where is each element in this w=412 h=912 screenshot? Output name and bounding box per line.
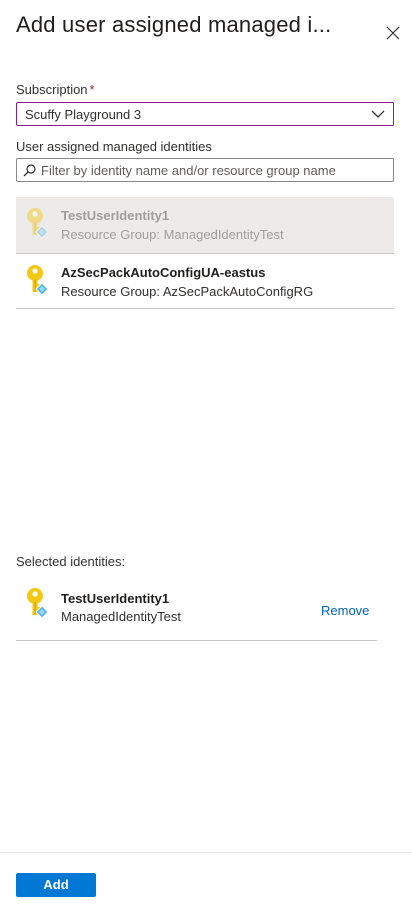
selected-identity-item: TestUserIdentity1 ManagedIdentityTest Re…	[16, 583, 377, 641]
close-icon[interactable]	[386, 26, 400, 40]
panel-title: Add user assigned managed i...	[16, 12, 332, 37]
identity-resource-group: Resource Group: AzSecPackAutoConfigRG	[61, 284, 314, 299]
identity-name: TestUserIdentity1	[61, 208, 170, 223]
required-mark: *	[89, 82, 95, 97]
add-button[interactable]: Add	[16, 873, 96, 897]
subscription-dropdown[interactable]: Scuffy Playground 3	[16, 102, 394, 126]
selected-identities-label: Selected identities:	[16, 554, 126, 569]
footer-divider	[0, 852, 412, 853]
identities-label: User assigned managed identities	[16, 139, 212, 154]
search-icon	[23, 164, 36, 177]
identity-row[interactable]: TestUserIdentity1 Resource Group: Manage…	[16, 197, 394, 253]
remove-link[interactable]: Remove	[321, 603, 369, 618]
identity-name: AzSecPackAutoConfigUA-eastus	[61, 265, 266, 280]
managed-identity-key-icon	[26, 587, 50, 619]
identity-resource-group: Resource Group: ManagedIdentityTest	[61, 227, 284, 242]
subscription-label: Subscription *	[16, 82, 95, 97]
selected-identity-name: TestUserIdentity1	[61, 591, 170, 606]
selected-identity-group: ManagedIdentityTest	[61, 609, 181, 624]
identity-row[interactable]: AzSecPackAutoConfigUA-eastus Resource Gr…	[16, 253, 394, 309]
identity-search-input[interactable]	[41, 160, 389, 180]
subscription-label-text: Subscription	[16, 82, 88, 97]
chevron-down-icon	[371, 110, 385, 118]
panel-header: Add user assigned managed i...	[16, 12, 400, 44]
managed-identity-key-icon	[26, 207, 50, 239]
identity-search-box[interactable]	[16, 158, 394, 182]
subscription-value: Scuffy Playground 3	[25, 107, 142, 122]
managed-identity-key-icon	[26, 264, 50, 296]
